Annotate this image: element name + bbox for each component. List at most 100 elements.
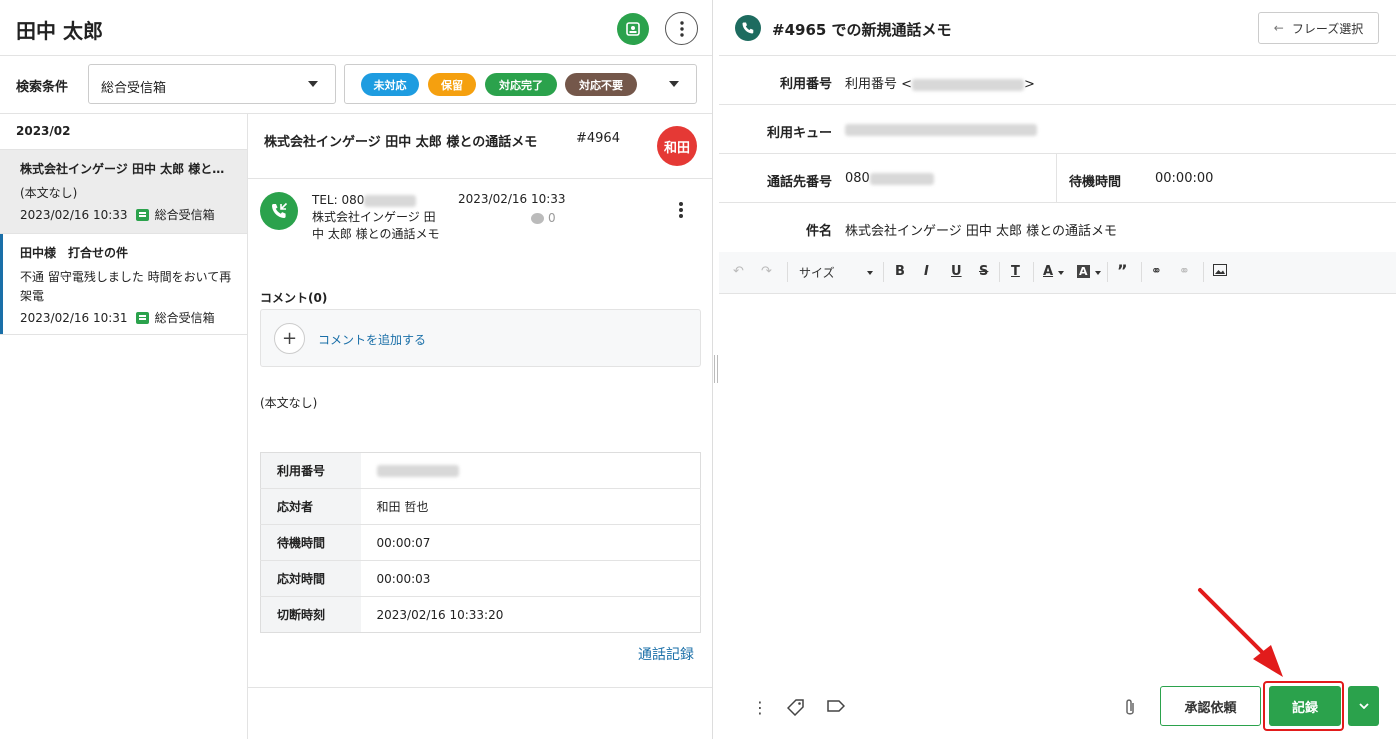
- more-options-button[interactable]: [665, 12, 698, 45]
- list-item[interactable]: 株式会社インゲージ 田中 太郎 様と… (本文なし) 2023/02/16 10…: [0, 150, 247, 234]
- redo-icon[interactable]: ↷: [761, 264, 772, 279]
- font-size-select[interactable]: サイズ: [799, 264, 835, 281]
- comment-count-value: 0: [548, 211, 556, 225]
- toolbar-separator: [1203, 262, 1204, 282]
- call-info-table: 利用番号 応対者 和田 哲也 待機時間 00:00:07 応対時間 00:00:03 …: [260, 452, 701, 633]
- subject-input[interactable]: 株式会社インゲージ 田中 太郎 様との通話メモ: [845, 220, 1117, 239]
- list-item[interactable]: 田中様 打合せの件 不通 留守電残しました 時間をおいて再架電 2023/02/…: [0, 234, 247, 335]
- queue-field[interactable]: [845, 122, 1037, 137]
- incoming-call-icon: [260, 192, 298, 230]
- customer-name: 田中 太郎: [16, 19, 103, 43]
- undo-icon[interactable]: ↶: [733, 264, 744, 279]
- blockquote-icon[interactable]: ”: [1117, 261, 1128, 280]
- image-icon[interactable]: [1213, 264, 1227, 280]
- info-value: 和田 哲也: [360, 488, 701, 525]
- search-filter-bar: 検索条件 総合受信箱 未対応 保留 対応完了 対応不要: [0, 56, 712, 114]
- info-value: 2023/02/16 10:33:20: [376, 607, 504, 622]
- chevron-down-icon: [867, 271, 873, 275]
- add-comment-link[interactable]: コメントを追加する: [318, 331, 426, 348]
- status-chip-hold[interactable]: 保留: [428, 73, 476, 96]
- strikethrough-icon[interactable]: S: [979, 264, 988, 279]
- status-chip-done[interactable]: 対応完了: [485, 73, 557, 96]
- italic-icon[interactable]: I: [924, 264, 929, 279]
- arrow-left-icon: ←: [1273, 21, 1284, 35]
- row-divider: [1056, 154, 1057, 202]
- more-options-icon[interactable]: ⋮: [752, 698, 768, 717]
- redacted-value: [845, 123, 1037, 136]
- underline-icon[interactable]: U: [951, 264, 962, 279]
- plus-icon: +: [274, 323, 305, 354]
- bold-icon[interactable]: B: [895, 264, 905, 279]
- attachment-icon[interactable]: [1123, 698, 1137, 722]
- chevron-down-icon: [1358, 703, 1369, 709]
- usage-number-suffix: >: [1024, 77, 1035, 92]
- annotation-arrow: [1198, 588, 1283, 677]
- destination-field[interactable]: 080: [845, 171, 934, 186]
- list-item-title: 株式会社インゲージ 田中 太郎 様と…: [20, 162, 225, 176]
- clear-format-icon[interactable]: T: [1011, 264, 1020, 279]
- contact-card-button[interactable]: [617, 13, 649, 45]
- list-item-inbox: 総合受信箱: [154, 208, 215, 222]
- label-icon[interactable]: [827, 698, 846, 717]
- info-value: 00:00:03: [360, 560, 701, 597]
- call-datetime: 2023/02/16 10:33: [458, 192, 566, 206]
- list-item-body: (本文なし): [20, 186, 78, 200]
- toolbar-separator: [1033, 262, 1034, 282]
- redacted-value: [912, 78, 1025, 91]
- compose-footer: ⋮ 承認依頼 記録: [719, 681, 1396, 739]
- list-item-body: 不通 留守電残しました 時間をおいて再架電: [20, 270, 232, 303]
- wait-time-label: 待機時間: [1069, 175, 1122, 190]
- chevron-down-icon: [1058, 271, 1064, 275]
- message-body: (本文なし): [260, 396, 318, 410]
- info-key: 応対時間: [260, 560, 361, 597]
- record-options-button[interactable]: [1348, 686, 1379, 726]
- destination-prefix: 080: [845, 171, 870, 186]
- toolbar-separator: [787, 262, 788, 282]
- pane-resize-handle[interactable]: [714, 355, 718, 383]
- inbox-select[interactable]: 総合受信箱: [88, 64, 336, 104]
- message-list: 2023/02 株式会社インゲージ 田中 太郎 様と… (本文なし) 2023/…: [0, 114, 248, 739]
- list-item-date: 2023/02/16 10:31: [20, 310, 128, 325]
- info-key: 待機時間: [260, 524, 361, 561]
- table-row: 切断時刻 2023/02/16 10:33:20: [260, 596, 701, 633]
- unread-indicator: [0, 234, 3, 334]
- comments-label: コメント(0): [260, 291, 328, 305]
- usage-number-field[interactable]: 利用番号 < >: [845, 73, 1035, 92]
- status-chip-unhandled[interactable]: 未対応: [361, 73, 419, 96]
- list-item-inbox: 総合受信箱: [154, 311, 215, 325]
- toolbar-separator: [1141, 262, 1142, 282]
- record-button[interactable]: 記録: [1269, 686, 1341, 726]
- toolbar-separator: [1107, 262, 1108, 282]
- table-row: 利用番号: [260, 452, 701, 489]
- queue-label: 利用キュー: [766, 126, 832, 141]
- toolbar-separator: [883, 262, 884, 282]
- status-chip-unneeded[interactable]: 対応不要: [565, 73, 637, 96]
- phrase-select-label: フレーズ選択: [1291, 21, 1364, 36]
- status-filter-select[interactable]: 未対応 保留 対応完了 対応不要: [344, 64, 697, 104]
- list-item-title: 田中様 打合せの件: [20, 246, 129, 260]
- call-log-link[interactable]: 通話記録: [638, 644, 694, 664]
- background-color-icon[interactable]: A: [1077, 265, 1090, 278]
- text-color-icon[interactable]: A: [1043, 264, 1053, 279]
- contact-card-icon: [626, 22, 640, 36]
- chevron-down-icon: [669, 81, 679, 87]
- tag-icon[interactable]: [786, 698, 805, 720]
- table-row: 待機時間 00:00:07: [260, 524, 701, 561]
- info-value: [360, 452, 701, 489]
- comment-bubble-icon: [531, 212, 544, 224]
- chevron-down-icon: [308, 81, 318, 87]
- message-detail: 株式会社インゲージ 田中 太郎 様との通話メモ #4964 和田 TEL: 08…: [248, 114, 712, 739]
- compose-title: #4965 での新規通話メモ: [772, 21, 952, 39]
- approval-request-button[interactable]: 承認依頼: [1160, 686, 1261, 726]
- list-month-header: 2023/02: [0, 114, 247, 150]
- customer-header: 田中 太郎: [0, 0, 712, 56]
- phrase-select-button[interactable]: ← フレーズ選択: [1258, 12, 1379, 44]
- inbox-icon: [135, 311, 149, 324]
- link-icon[interactable]: ⚭: [1151, 264, 1162, 279]
- assignee-avatar[interactable]: 和田: [657, 126, 697, 166]
- add-comment-box[interactable]: + コメントを追加する: [260, 309, 701, 367]
- filter-label: 検索条件: [16, 80, 69, 95]
- message-menu-button[interactable]: [673, 200, 689, 220]
- usage-number-prefix: 利用番号 <: [845, 77, 913, 92]
- unlink-icon[interactable]: ⚭: [1179, 264, 1190, 279]
